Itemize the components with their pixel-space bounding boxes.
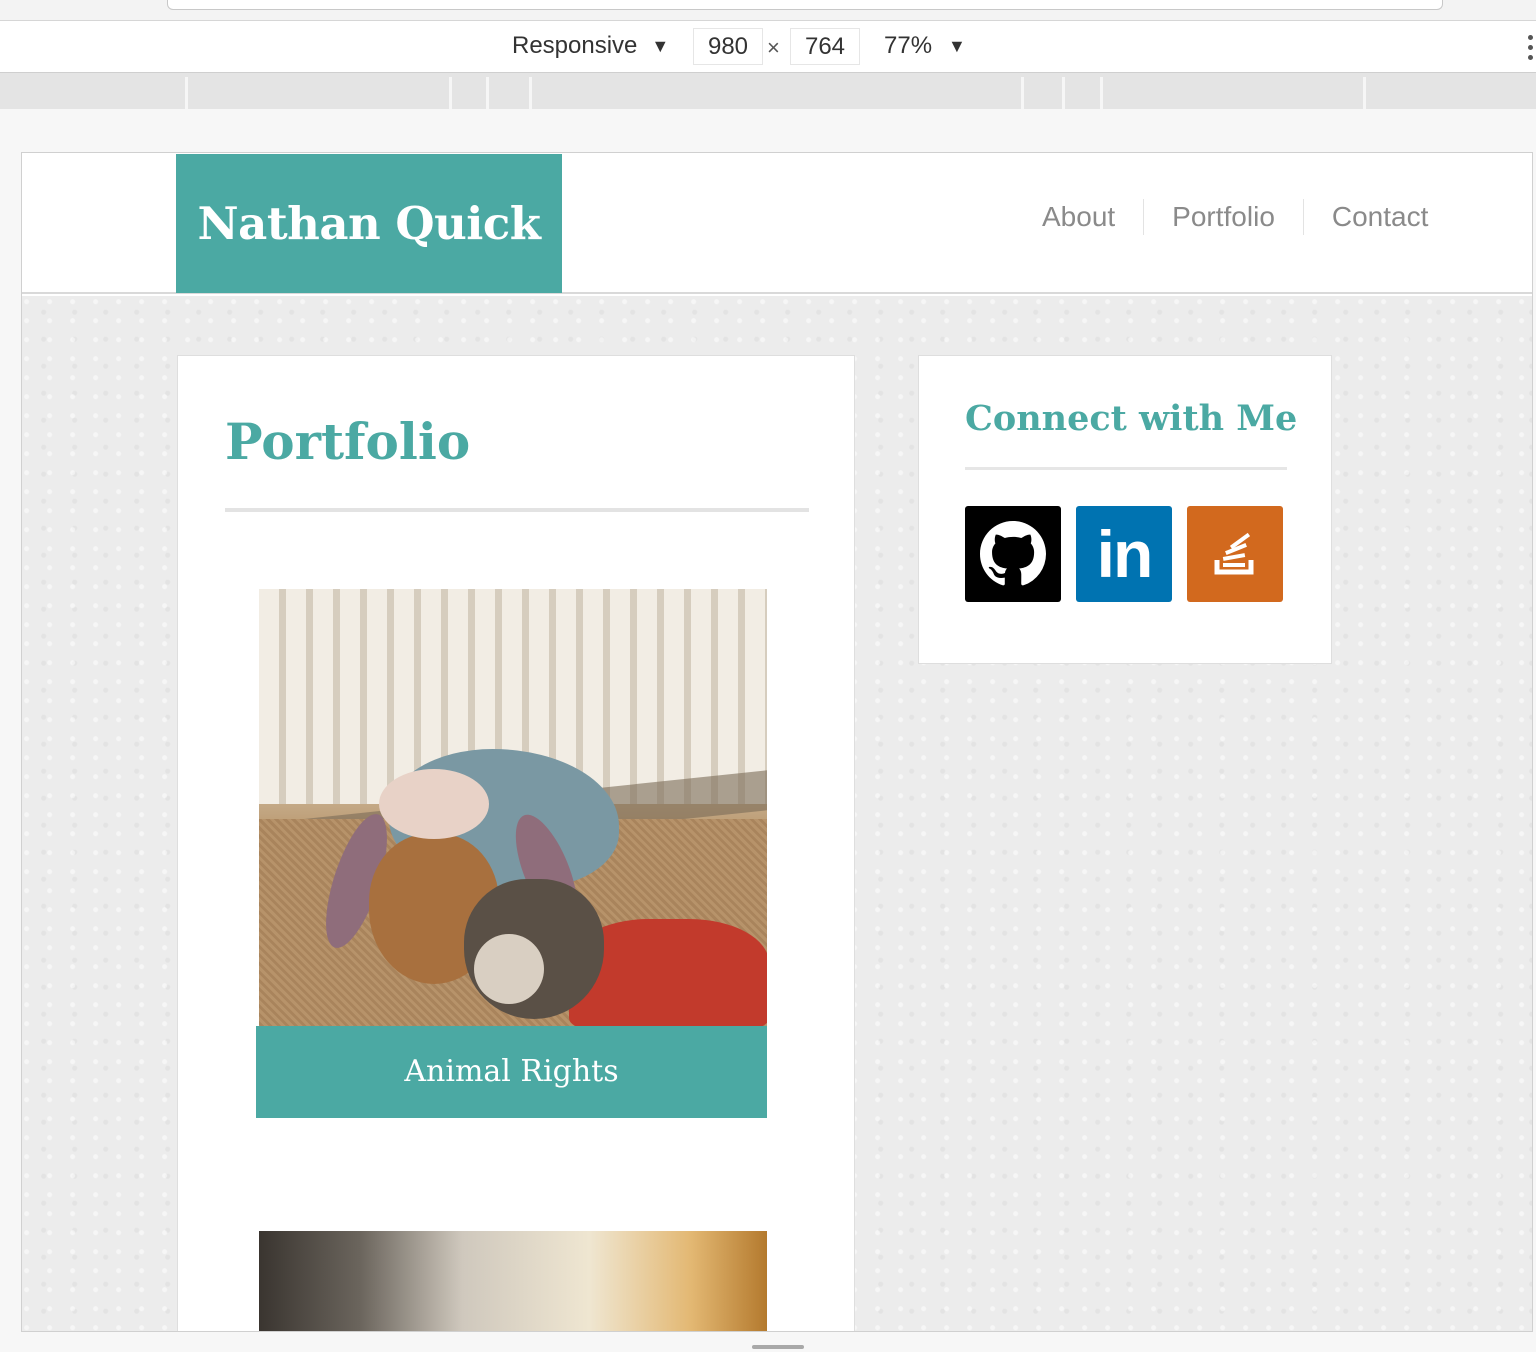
project-photo	[259, 1231, 767, 1331]
project-caption[interactable]: Animal Rights	[256, 1026, 767, 1118]
github-button[interactable]	[965, 506, 1061, 602]
nav-portfolio[interactable]: Portfolio	[1143, 199, 1303, 235]
project-photo	[259, 589, 767, 1026]
site-header: Nathan Quick About Portfolio Contact	[22, 153, 1532, 294]
nav-contact[interactable]: Contact	[1302, 199, 1457, 235]
ruler-tick[interactable]	[529, 77, 532, 109]
address-bar[interactable]	[167, 0, 1443, 10]
stackoverflow-button[interactable]	[1187, 506, 1283, 602]
widget-title: Connect with Me	[965, 398, 1298, 439]
resize-handle[interactable]	[752, 1345, 804, 1349]
dimension-separator: ×	[767, 35, 780, 60]
divider	[965, 467, 1287, 470]
ruler-tick[interactable]	[1021, 77, 1024, 109]
page-title: Portfolio	[225, 412, 471, 471]
ruler-tick[interactable]	[185, 77, 188, 109]
connect-widget: Connect with Me in	[918, 355, 1332, 664]
stackoverflow-icon	[1214, 532, 1254, 575]
site-logo[interactable]: Nathan Quick	[176, 154, 562, 293]
device-toolbar: Responsive ▼ 980 × 764 77% ▼	[0, 20, 1536, 73]
device-select-label: Responsive	[512, 32, 638, 59]
ruler-tick[interactable]	[1100, 77, 1103, 109]
viewport-height-input[interactable]: 764	[790, 28, 860, 65]
ruler-tick[interactable]	[449, 77, 452, 109]
ruler-tick[interactable]	[486, 77, 489, 109]
viewport-width-input[interactable]: 980	[693, 28, 763, 65]
nav-about[interactable]: About	[1022, 199, 1143, 235]
linkedin-button[interactable]: in	[1076, 506, 1172, 602]
media-query-ruler	[0, 73, 1536, 109]
ruler-tick[interactable]	[1062, 77, 1065, 109]
browser-top-strip	[0, 0, 1536, 20]
chevron-down-icon: ▼	[948, 35, 966, 56]
chevron-down-icon: ▼	[651, 35, 670, 56]
more-options-icon[interactable]	[1528, 35, 1536, 65]
project-card[interactable]: Animal Rights	[256, 589, 767, 1119]
ruler-tick[interactable]	[1363, 77, 1366, 109]
divider	[225, 508, 809, 512]
github-icon	[980, 521, 1046, 586]
portfolio-section: Portfolio Animal Rights	[177, 355, 855, 1331]
linkedin-icon: in	[1096, 517, 1154, 591]
emulated-viewport: Nathan Quick About Portfolio Contact Por…	[21, 152, 1533, 1332]
main-nav: About Portfolio Contact	[1022, 199, 1456, 235]
device-select[interactable]: Responsive ▼	[512, 32, 669, 60]
zoom-select[interactable]: 77% ▼	[884, 32, 966, 60]
zoom-label: 77%	[884, 32, 933, 59]
project-card[interactable]	[256, 1231, 767, 1331]
